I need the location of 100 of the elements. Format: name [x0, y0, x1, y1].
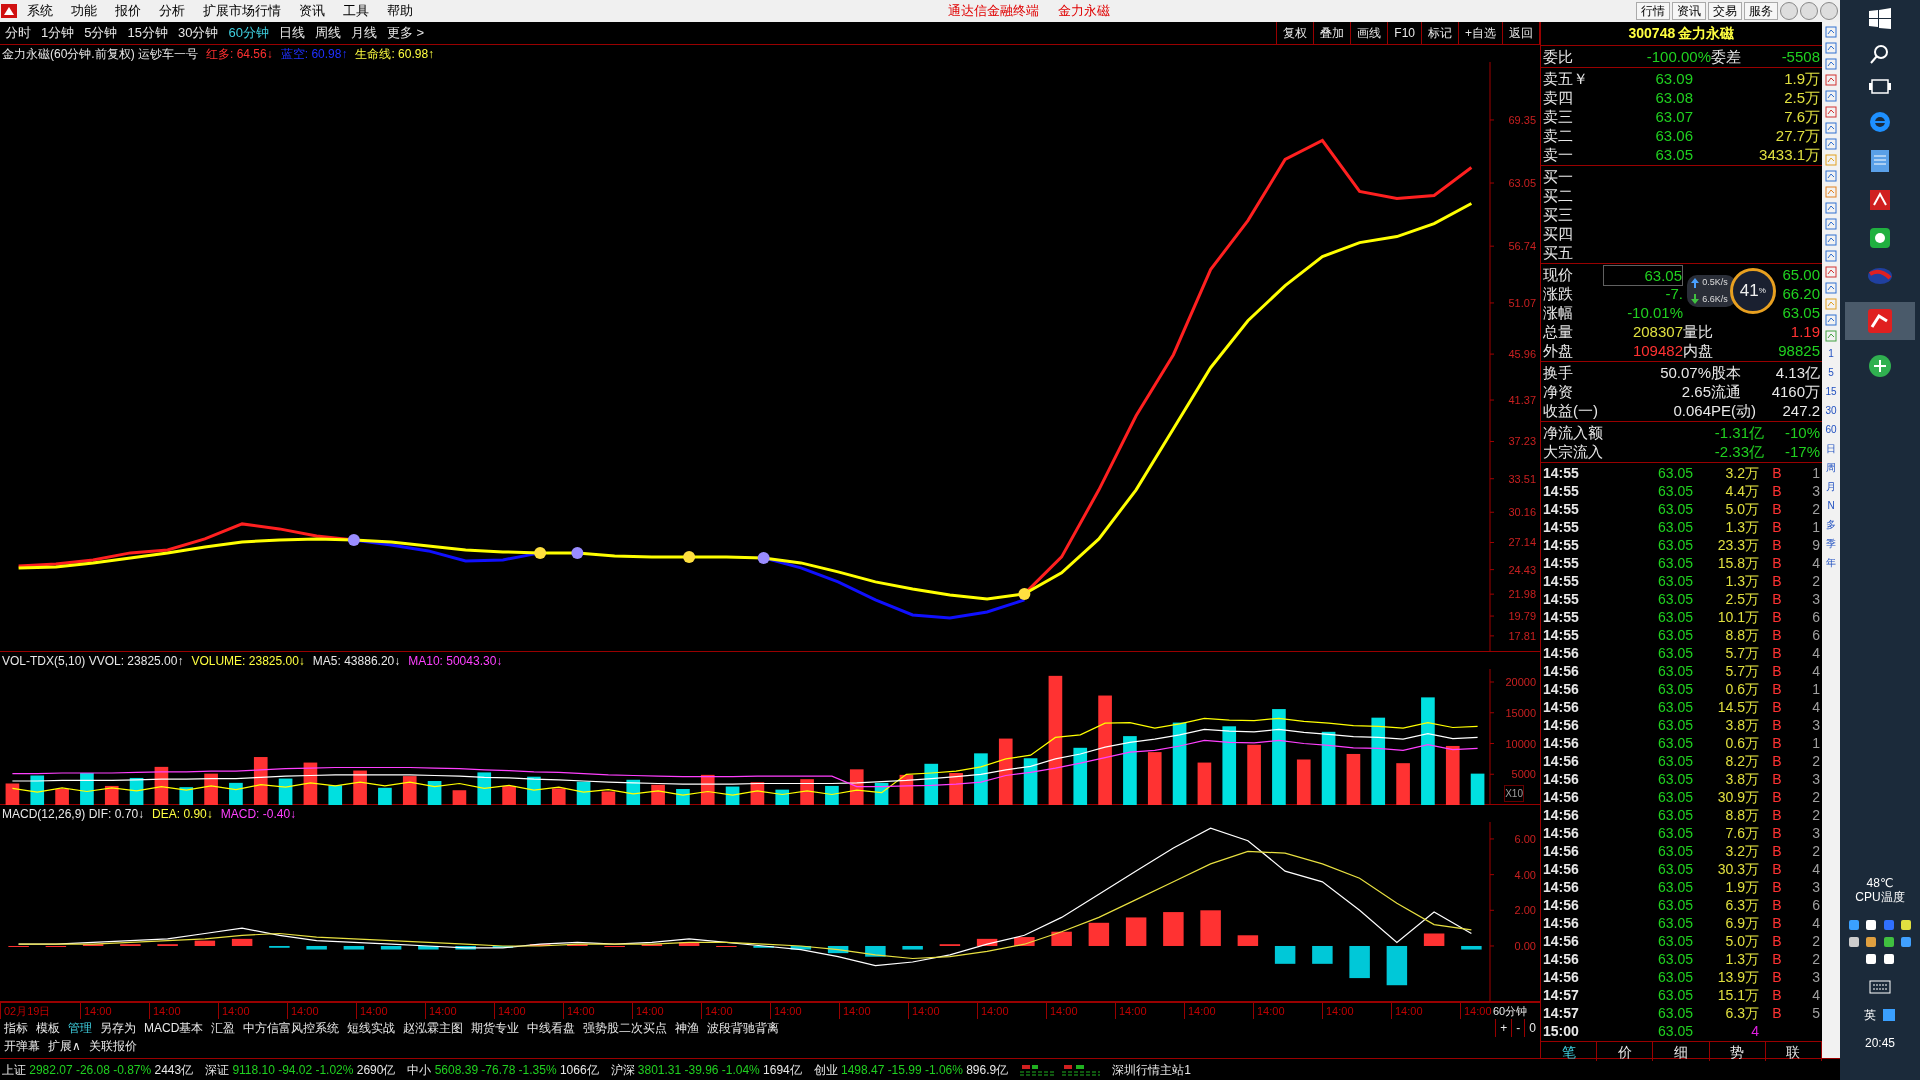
trade-volume: 0.6万 [1724, 734, 1759, 752]
order-label: 买五 [1543, 243, 1574, 262]
trade-volume: 10.1万 [1716, 608, 1759, 626]
trade-side: B [1771, 500, 1783, 518]
trade-side: B [1771, 986, 1783, 1004]
trade-count: 1 [1811, 734, 1820, 752]
indicator-legend: 红多: 64.56↓ [206, 44, 273, 63]
axis-label: 51.07 [1508, 296, 1536, 309]
trade-price: 63.05 [1656, 644, 1693, 662]
index-change: -94.02 [278, 1061, 313, 1079]
trade-volume: 3.8万 [1724, 716, 1759, 734]
axis-label: 69.35 [1508, 113, 1536, 126]
quote-label: 收益(一) [1543, 401, 1599, 420]
trade-time: 14:56 [1543, 842, 1580, 860]
trade-count: 3 [1811, 770, 1820, 788]
time-axis-label: 14:00 [908, 1002, 977, 1020]
trade-side: B [1771, 572, 1783, 590]
trade-count: 1 [1811, 680, 1820, 698]
trade-side: B [1771, 842, 1783, 860]
trade-side: B [1771, 662, 1783, 680]
trade-volume: 5.0万 [1724, 932, 1759, 950]
time-axis-label: 14:00 [1046, 1002, 1115, 1020]
quote-value: 50.07% [1659, 363, 1711, 382]
quote-label: 委差 [1711, 47, 1742, 66]
quote-label: PE(动) [1711, 401, 1757, 420]
order-label: 卖四 [1543, 88, 1574, 107]
trade-time: 14:56 [1543, 734, 1580, 752]
stock-name: 金力永磁 [1678, 24, 1735, 43]
quote-label: 外盘 [1543, 341, 1574, 360]
trade-count: 3 [1811, 968, 1820, 986]
trade-price: 63.05 [1656, 734, 1693, 752]
trade-side: B [1771, 770, 1783, 788]
indicator-legend: MA10: 50043.30↓ [408, 651, 503, 670]
index-value: 3801.31 [637, 1061, 682, 1079]
trade-price: 63.05 [1656, 662, 1693, 680]
axis-label: 6.00 [1514, 832, 1536, 845]
trade-price: 63.05 [1656, 878, 1693, 896]
trade-volume: 15.8万 [1716, 554, 1759, 572]
trade-volume: 8.2万 [1724, 752, 1759, 770]
trade-side: B [1771, 932, 1783, 950]
trade-price: 63.05 [1656, 1022, 1693, 1040]
quote-value: -100.00% [1645, 47, 1711, 66]
trade-count: 2 [1811, 950, 1820, 968]
axis-label: 27.14 [1508, 536, 1536, 549]
trade-price: 63.05 [1656, 752, 1693, 770]
index-percent: -1.35% [518, 1061, 557, 1079]
trade-count: 3 [1811, 878, 1820, 896]
trade-time: 14:56 [1543, 914, 1580, 932]
flow-value: -1.31亿 [1713, 423, 1764, 442]
quote-value: 247.2 [1781, 401, 1820, 420]
indicator-legend: 生命线: 60.98↑ [355, 44, 435, 63]
trade-count: 2 [1811, 788, 1820, 806]
trade-volume: 6.9万 [1724, 914, 1759, 932]
time-axis-label: 14:00 [1253, 1002, 1322, 1020]
indicator-legend: VOLUME: 23825.00↓ [191, 651, 305, 670]
indicator-legend: 金力永磁(60分钟.前复权) 运钞车一号 [2, 44, 198, 63]
ask-price: 63.06 [1654, 126, 1693, 145]
trade-count: 4 [1811, 644, 1820, 662]
trade-side: B [1771, 1004, 1783, 1022]
order-label: 买四 [1543, 224, 1574, 243]
trade-price: 63.05 [1656, 896, 1693, 914]
index-percent: -0.87% [113, 1061, 152, 1079]
trade-price: 63.05 [1656, 806, 1693, 824]
index-name: 沪深 [610, 1061, 635, 1079]
trade-time: 14:56 [1543, 788, 1580, 806]
order-label: 卖二 [1543, 126, 1574, 145]
trade-time: 14:55 [1543, 518, 1580, 536]
app-title: 通达信金融终端 [947, 2, 1039, 21]
trade-time: 14:56 [1543, 752, 1580, 770]
trade-time: 14:56 [1543, 878, 1580, 896]
trade-side: B [1771, 464, 1783, 482]
indicator-legend: MACD(12,26,9) DIF: 0.70↓ [2, 804, 145, 823]
quote-label: 内盘 [1683, 341, 1714, 360]
indicator-legend: MA5: 43886.20↓ [312, 651, 401, 670]
ask-price: 63.07 [1654, 107, 1693, 126]
trade-price: 63.05 [1656, 986, 1693, 1004]
quote-value: 0.064 [1672, 401, 1711, 420]
time-axis-label: 14:00 [1391, 1002, 1460, 1020]
trade-price: 63.05 [1656, 932, 1693, 950]
index-name: 创业 [813, 1061, 838, 1079]
trade-price: 63.05 [1656, 860, 1693, 878]
trade-volume: 30.9万 [1716, 788, 1759, 806]
order-label: 买一 [1543, 167, 1574, 186]
index-amount: 2690亿 [356, 1061, 396, 1079]
time-axis-label: 14:00 [1460, 1002, 1490, 1020]
trade-volume: 1.3万 [1724, 950, 1759, 968]
trade-side: B [1771, 914, 1783, 932]
trade-price: 63.05 [1656, 518, 1693, 536]
trade-price: 63.05 [1656, 770, 1693, 788]
trade-count: 6 [1811, 626, 1820, 644]
index-percent: -1.02% [315, 1061, 354, 1079]
index-change: -76.78 [481, 1061, 516, 1079]
stock-code: 300748 [1628, 24, 1676, 43]
ask-volume: 7.6万 [1783, 107, 1820, 126]
trade-time: 14:55 [1543, 464, 1580, 482]
time-axis-label: 14:00 [356, 1002, 425, 1020]
trade-time: 14:55 [1543, 482, 1580, 500]
index-percent: -1.06% [924, 1061, 963, 1079]
trade-count: 1 [1811, 464, 1820, 482]
trade-count: 4 [1811, 986, 1820, 1004]
